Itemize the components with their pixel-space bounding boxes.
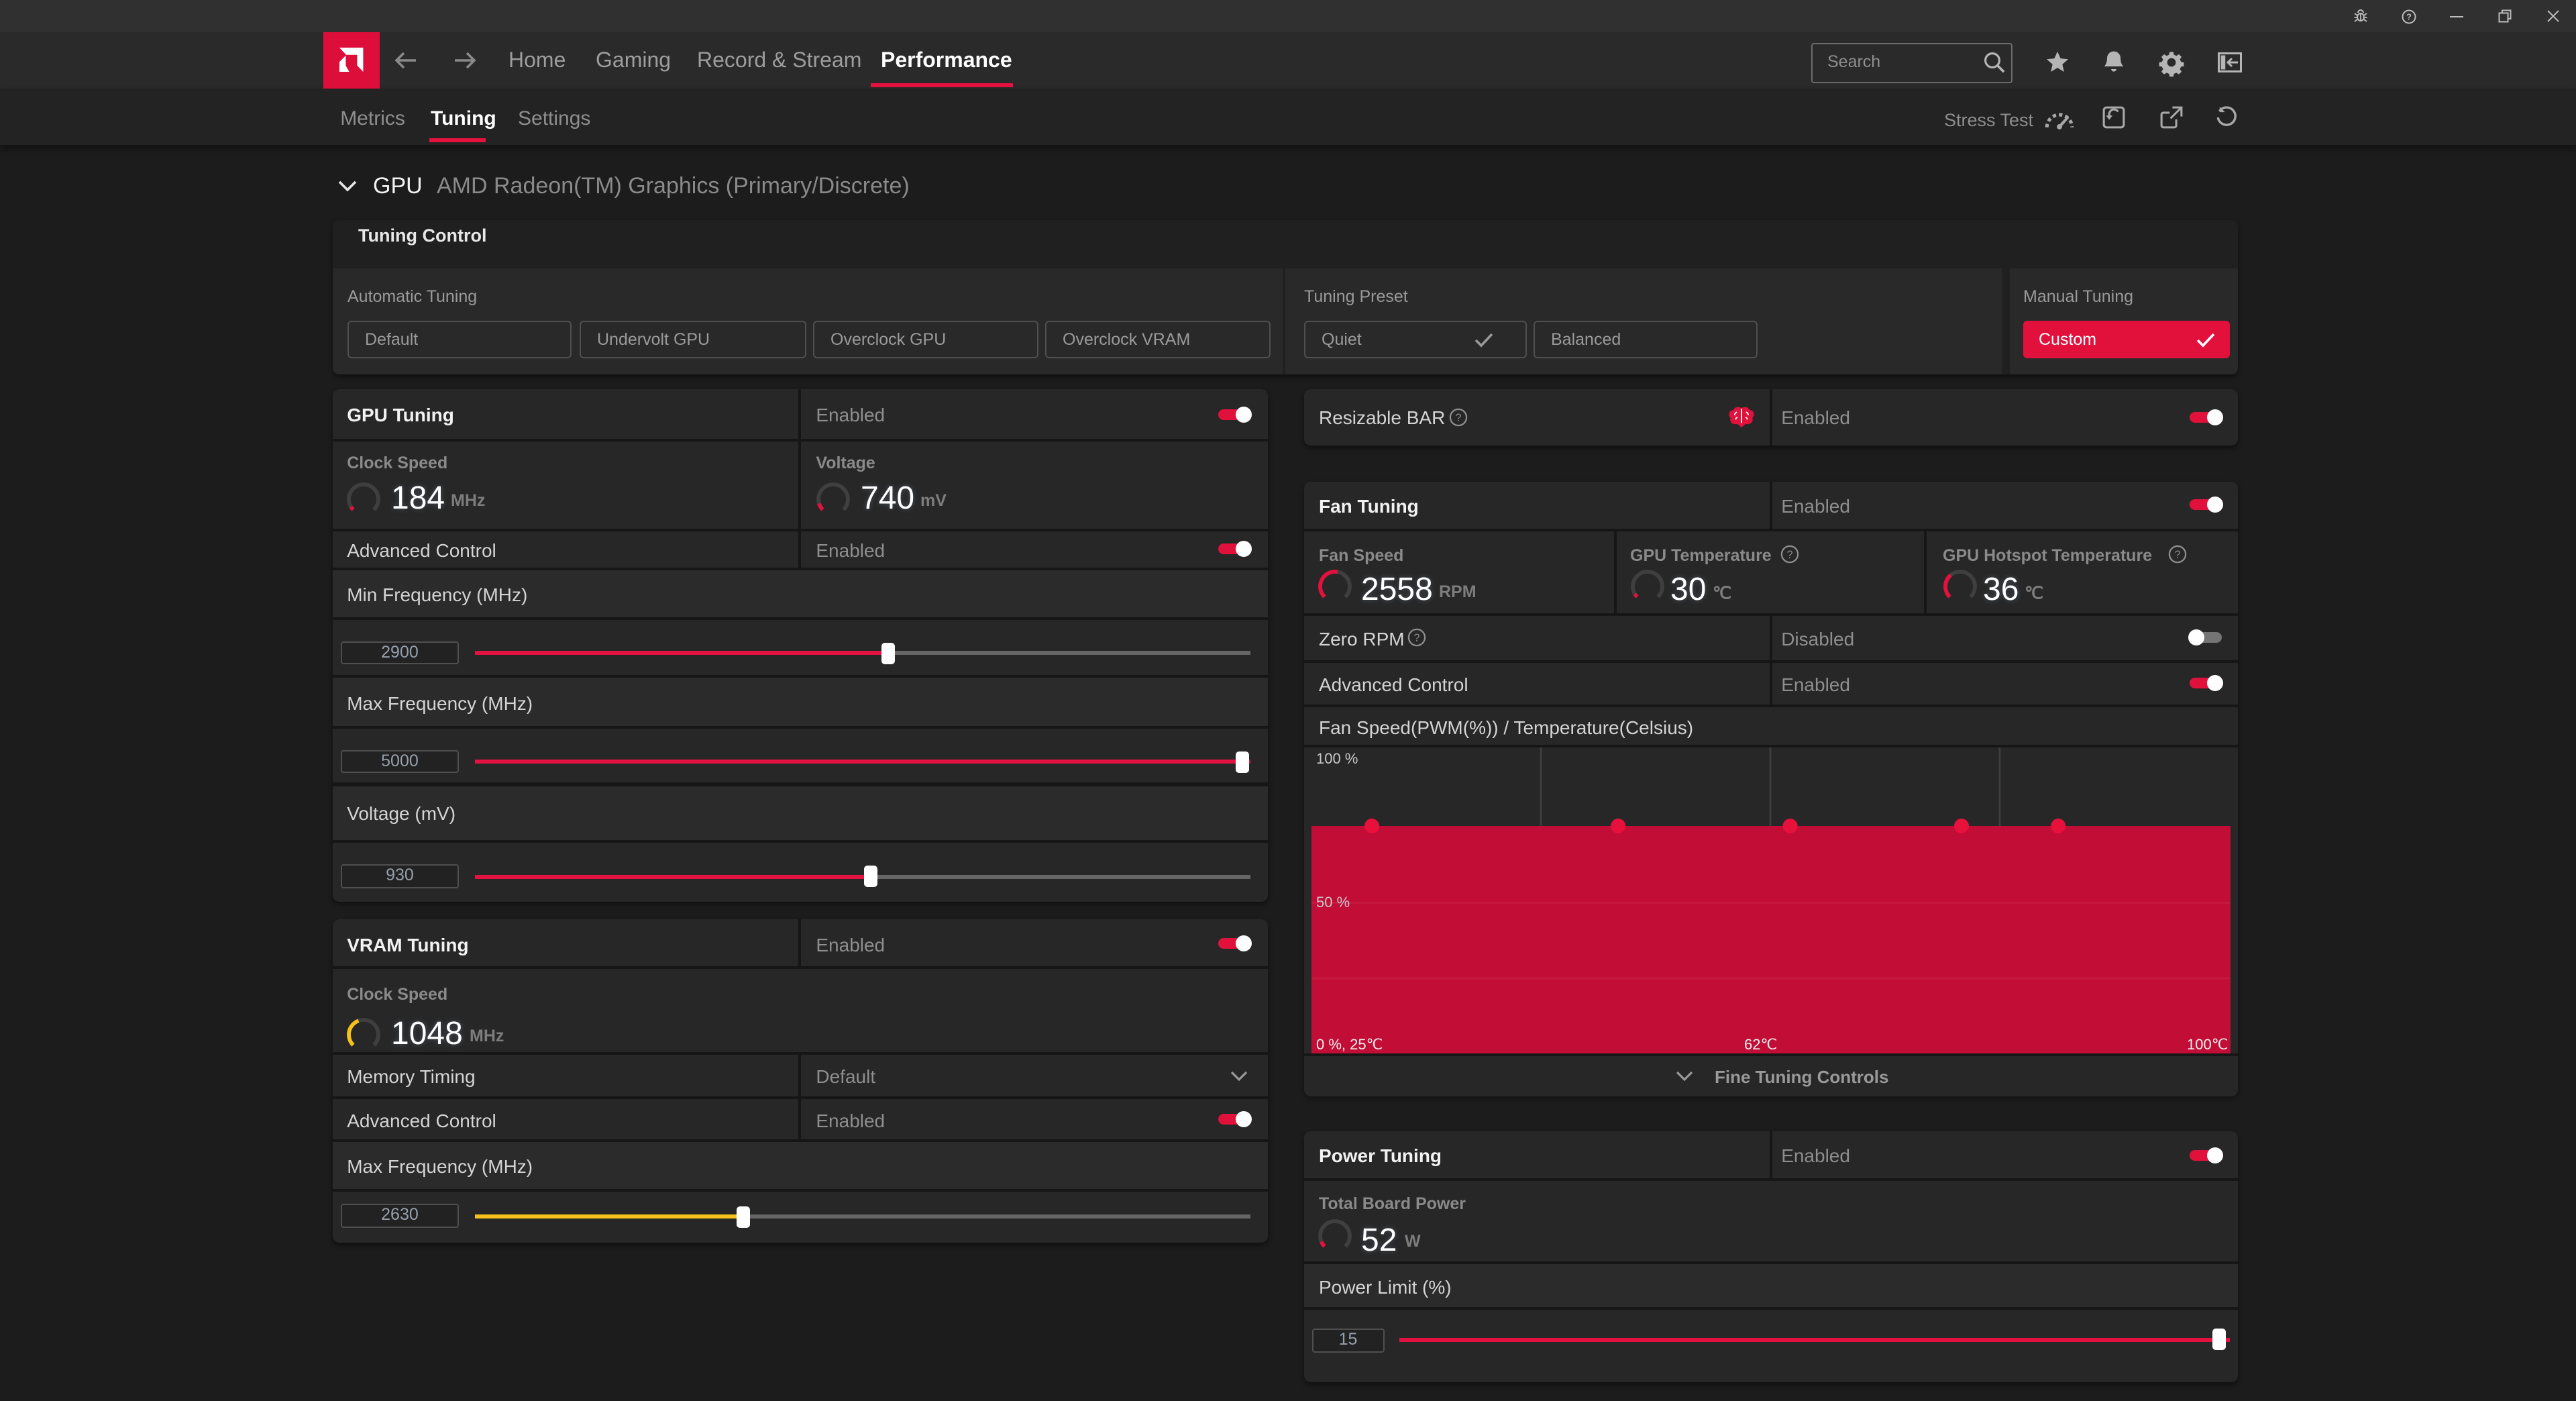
svg-text:?: ? [1787, 550, 1793, 561]
svg-text:?: ? [1414, 633, 1420, 644]
svg-text:?: ? [2406, 11, 2411, 21]
svg-text:?: ? [1456, 412, 1462, 423]
svg-text:?: ? [2175, 550, 2181, 561]
